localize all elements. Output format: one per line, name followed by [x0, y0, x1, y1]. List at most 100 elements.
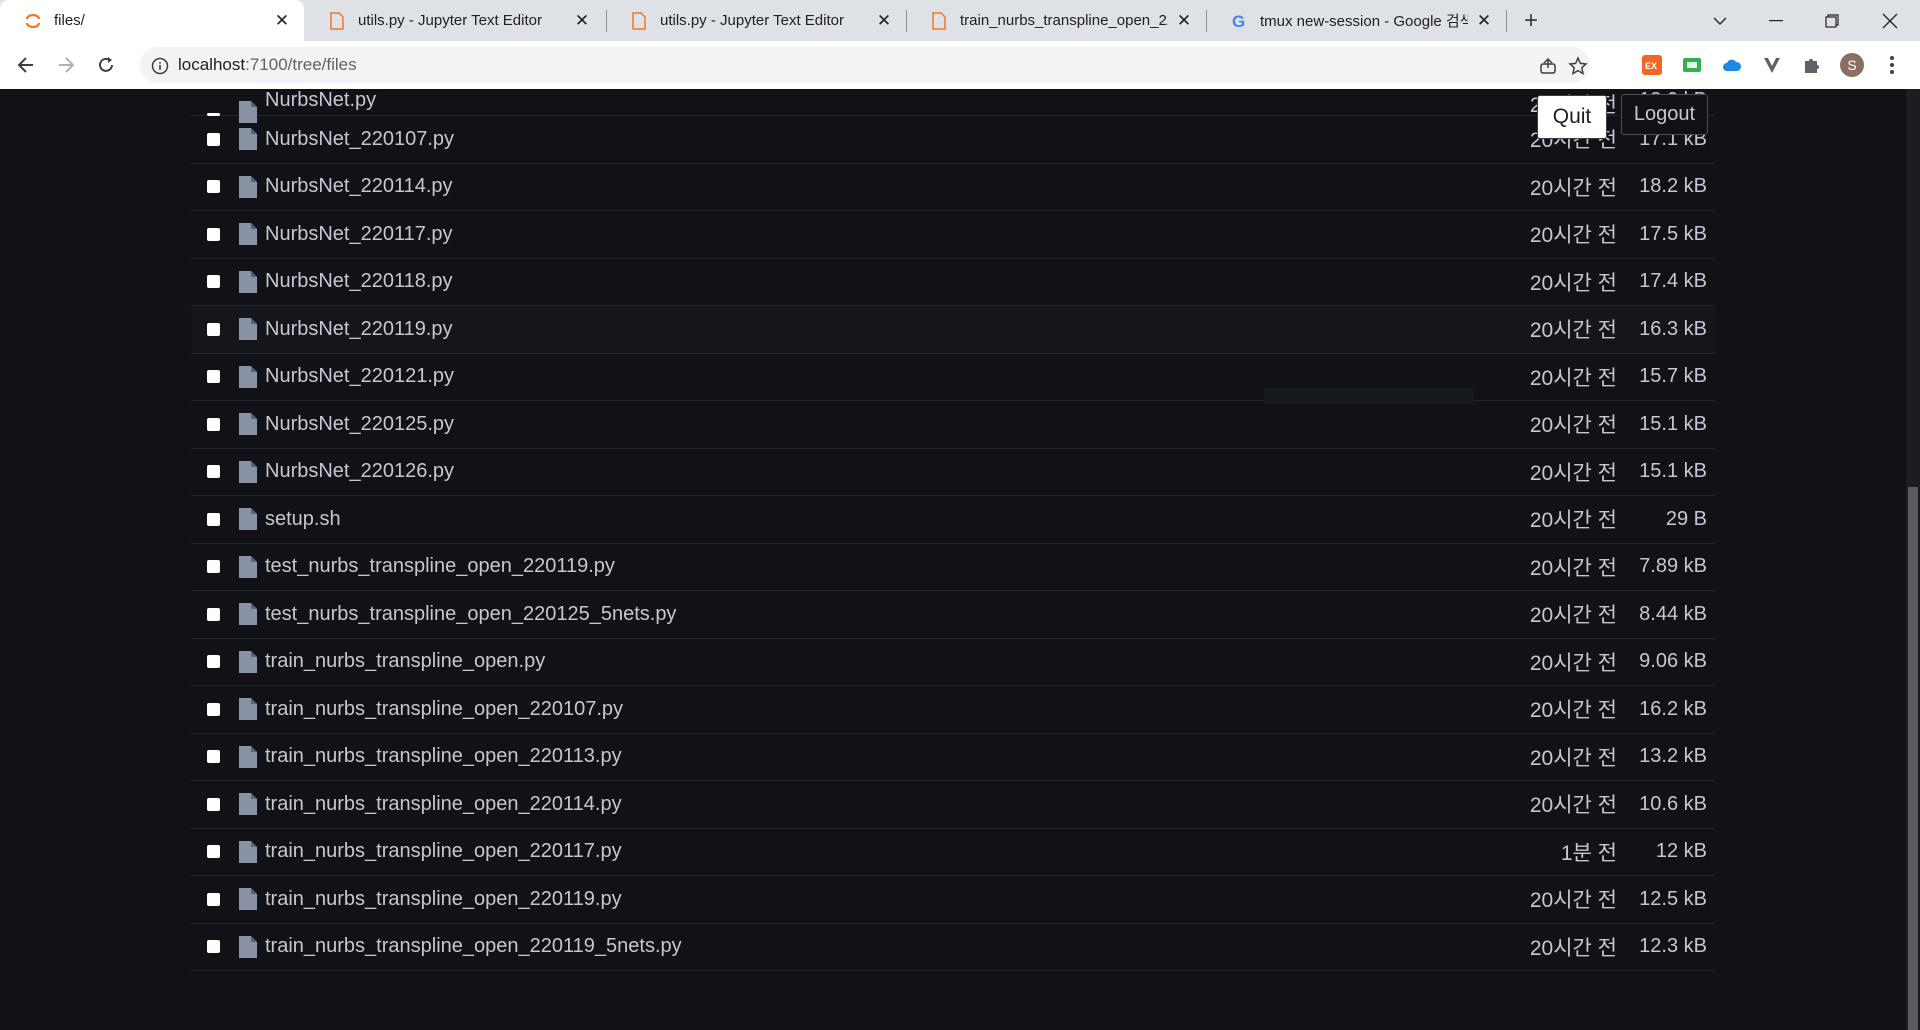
file-row[interactable]: train_nurbs_transpline_open_220107.py 20시…: [191, 686, 1715, 734]
file-checkbox[interactable]: [207, 845, 220, 859]
close-icon[interactable]: ✕: [572, 11, 592, 31]
close-icon[interactable]: ✕: [1474, 11, 1494, 31]
file-row[interactable]: train_nurbs_transpline_open_220117.py 1분 …: [191, 829, 1715, 876]
file-checkbox[interactable]: [207, 655, 220, 669]
file-checkbox[interactable]: [207, 892, 220, 906]
file-icon: [238, 317, 258, 341]
file-row[interactable]: NurbsNet.py20시간 전13.0 kB: [191, 89, 1715, 123]
file-row[interactable]: NurbsNet_220118.py 20시간 전 17.4 kB: [191, 259, 1715, 306]
file-checkbox[interactable]: [207, 560, 220, 574]
file-name-link[interactable]: NurbsNet_220107.py: [265, 128, 454, 151]
tab-google-search[interactable]: G tmux new-session - Google 검색 ✕: [1206, 0, 1506, 41]
info-icon[interactable]: [150, 56, 170, 76]
puzzle-extensions-icon[interactable]: [1802, 55, 1822, 75]
file-row[interactable]: test_nurbs_transpline_open_220125_5nets.…: [191, 591, 1715, 639]
back-arrow-icon[interactable]: [12, 51, 40, 79]
file-checkbox[interactable]: [207, 275, 220, 289]
file-name-link[interactable]: train_nurbs_transpline_open_220113.py: [265, 745, 622, 768]
file-checkbox[interactable]: [207, 940, 220, 954]
file-name-link[interactable]: test_nurbs_transpline_open_220119.py: [265, 555, 615, 578]
tab-divider: [1506, 10, 1507, 32]
scrollbar[interactable]: [1906, 89, 1920, 1030]
file-row[interactable]: NurbsNet_220125.py 20시간 전 15.1 kB: [191, 401, 1715, 449]
reload-icon[interactable]: [92, 51, 120, 79]
file-checkbox[interactable]: [207, 702, 220, 716]
file-checkbox[interactable]: [207, 465, 220, 479]
file-size: 12 kB: [1655, 840, 1707, 863]
file-name-link[interactable]: train_nurbs_transpline_open_220114.py: [265, 793, 622, 816]
tab-utils-2[interactable]: utils.py - Jupyter Text Editor ✕: [606, 0, 906, 41]
close-icon[interactable]: ✕: [1174, 11, 1194, 31]
file-name-link[interactable]: setup.sh: [265, 508, 341, 531]
file-checkbox[interactable]: [207, 227, 220, 241]
address-bar[interactable]: localhost:7100/tree/files: [140, 47, 1590, 83]
file-row[interactable]: setup.sh 20시간 전 29 B: [191, 496, 1715, 544]
quit-button[interactable]: Quit: [1537, 95, 1607, 139]
file-name-link[interactable]: NurbsNet_220114.py: [265, 175, 453, 198]
file-row[interactable]: train_nurbs_transpline_open_220119.py 20시…: [191, 876, 1715, 924]
scrollbar-thumb[interactable]: [1908, 487, 1918, 1030]
file-name-link[interactable]: NurbsNet_220118.py: [265, 270, 453, 293]
file-checkbox[interactable]: [207, 417, 220, 431]
tab-title: tmux new-session - Google 검색: [1260, 13, 1468, 30]
file-row[interactable]: train_nurbs_transpline_open_220113.py 20시…: [191, 734, 1715, 781]
file-checkbox[interactable]: [207, 607, 220, 621]
tab-files[interactable]: files/ ✕: [0, 0, 304, 41]
file-checkbox[interactable]: [207, 750, 220, 764]
restore-icon[interactable]: [1804, 0, 1860, 41]
profile-avatar[interactable]: S: [1840, 53, 1864, 77]
vpn-extension-icon[interactable]: [1762, 55, 1782, 75]
kebab-menu-icon[interactable]: [1882, 55, 1902, 75]
close-icon[interactable]: ✕: [874, 11, 894, 31]
minimize-icon[interactable]: [1748, 0, 1804, 41]
file-row[interactable]: train_nurbs_transpline_open_220119_5nets…: [191, 924, 1715, 971]
new-tab-plus-icon[interactable]: +: [1516, 6, 1546, 36]
file-name-link[interactable]: NurbsNet_220121.py: [265, 365, 454, 388]
file-name-link[interactable]: NurbsNet_220126.py: [265, 460, 454, 483]
share-icon[interactable]: [1538, 56, 1558, 76]
file-name-link[interactable]: train_nurbs_transpline_open.py: [265, 650, 545, 673]
file-name-link[interactable]: test_nurbs_transpline_open_220125_5nets.…: [265, 603, 676, 626]
file-size: 15.1 kB: [1639, 412, 1707, 435]
file-checkbox[interactable]: [207, 322, 220, 336]
file-name-link[interactable]: NurbsNet_220119.py: [265, 318, 453, 341]
tab-utils-1[interactable]: utils.py - Jupyter Text Editor ✕: [304, 0, 604, 41]
file-name-link[interactable]: train_nurbs_transpline_open_220107.py: [265, 698, 623, 721]
tab-train-nurbs[interactable]: train_nurbs_transpline_open_220 ✕: [906, 0, 1206, 41]
bookmark-star-icon[interactable]: [1568, 56, 1588, 76]
file-checkbox[interactable]: [207, 180, 220, 194]
file-name-link[interactable]: NurbsNet.py: [265, 89, 376, 112]
file-icon: [238, 792, 258, 816]
file-checkbox[interactable]: [207, 370, 220, 384]
file-row[interactable]: NurbsNet_220121.py 20시간 전 15.7 kB: [191, 354, 1715, 401]
file-size: 16.3 kB: [1639, 317, 1707, 340]
file-name-link[interactable]: NurbsNet_220117.py: [265, 223, 453, 246]
window-close-icon[interactable]: [1862, 0, 1918, 41]
file-row[interactable]: NurbsNet_220117.py 20시간 전 17.5 kB: [191, 211, 1715, 259]
file-row[interactable]: NurbsNet_220107.py 20시간 전 17.1 kB: [191, 116, 1715, 164]
file-row[interactable]: train_nurbs_transpline_open_220114.py 20시…: [191, 781, 1715, 829]
file-row[interactable]: train_nurbs_transpline_open.py 20시간 전 9.06…: [191, 639, 1715, 686]
cloud-extension-icon[interactable]: [1722, 55, 1742, 75]
file-icon: [630, 11, 648, 30]
file-name-link[interactable]: train_nurbs_transpline_open_220119.py: [265, 888, 622, 911]
file-modified: 20시간 전: [1529, 794, 1617, 818]
tab-search-chevron-icon[interactable]: [1692, 0, 1748, 41]
file-name-link[interactable]: train_nurbs_transpline_open_220117.py: [265, 840, 622, 863]
file-checkbox[interactable]: [207, 797, 220, 811]
file-row[interactable]: test_nurbs_transpline_open_220119.py 20시간…: [191, 544, 1715, 591]
file-modified: 20시간 전: [1529, 224, 1617, 248]
ex-extension-icon[interactable]: EX: [1642, 55, 1662, 75]
file-row[interactable]: NurbsNet_220114.py 20시간 전 18.2 kB: [191, 164, 1715, 211]
forward-arrow-icon[interactable]: [52, 51, 80, 79]
file-name-link[interactable]: NurbsNet_220125.py: [265, 413, 454, 436]
file-row[interactable]: NurbsNet_220119.py 20시간 전 16.3 kB: [191, 306, 1715, 354]
close-icon[interactable]: ✕: [272, 11, 292, 31]
tab-title: utils.py - Jupyter Text Editor: [660, 12, 844, 29]
file-name-link[interactable]: train_nurbs_transpline_open_220119_5nets…: [265, 935, 682, 958]
file-row[interactable]: NurbsNet_220126.py 20시간 전 15.1 kB: [191, 449, 1715, 496]
file-checkbox[interactable]: [207, 512, 220, 526]
logout-button[interactable]: Logout: [1621, 94, 1708, 135]
file-checkbox[interactable]: [207, 132, 220, 146]
green-extension-icon[interactable]: [1682, 55, 1702, 75]
